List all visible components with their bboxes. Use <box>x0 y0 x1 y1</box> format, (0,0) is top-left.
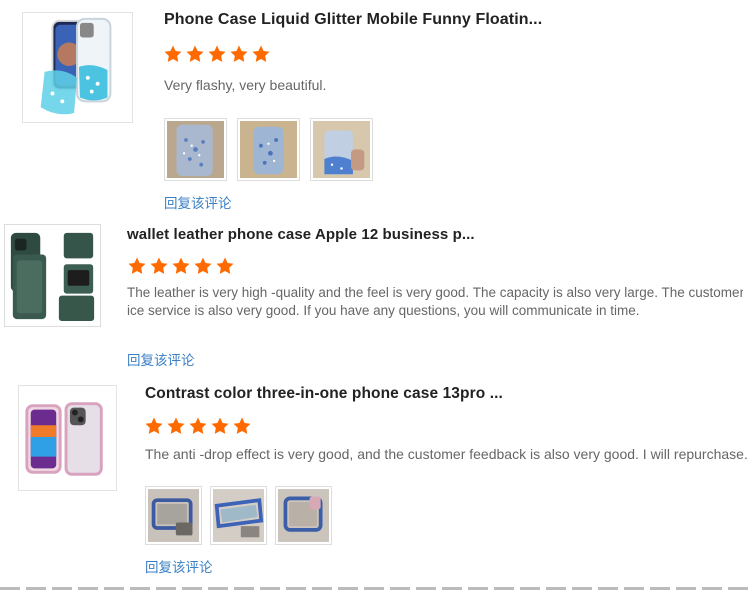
review-text: The anti -drop effect is very good, and … <box>145 446 748 462</box>
star-icon <box>210 416 230 436</box>
review-photos <box>145 486 332 545</box>
product-title[interactable]: Phone Case Liquid Glitter Mobile Funny F… <box>164 11 542 29</box>
star-icon <box>193 256 213 276</box>
star-icon <box>166 416 186 436</box>
reply-link[interactable]: 回复该评论 <box>127 349 195 369</box>
product-title[interactable]: wallet leather phone case Apple 12 busin… <box>127 226 475 243</box>
star-icon <box>229 44 249 64</box>
reply-link[interactable]: 回复该评论 <box>164 192 232 212</box>
review-photo[interactable] <box>164 118 227 181</box>
review-text: Very flashy, very beautiful. <box>164 77 327 93</box>
star-icon <box>127 256 147 276</box>
star-icon <box>251 44 271 64</box>
review-photo[interactable] <box>145 486 202 545</box>
star-icon <box>188 416 208 436</box>
star-icon <box>232 416 252 436</box>
rating-stars <box>144 416 252 436</box>
star-icon <box>207 44 227 64</box>
review-text-line-1: The leather is very high -quality and th… <box>127 285 743 300</box>
rating-stars <box>163 44 271 64</box>
star-icon <box>163 44 183 64</box>
review-text-line-2: ice service is also very good. If you ha… <box>127 303 640 318</box>
review-photo[interactable] <box>237 118 300 181</box>
product-thumbnail-contrast-case[interactable] <box>18 385 117 491</box>
reply-link[interactable]: 回复该评论 <box>145 556 213 576</box>
product-thumbnail-wallet-case[interactable] <box>4 224 101 327</box>
review-photos <box>164 118 373 181</box>
star-icon <box>215 256 235 276</box>
product-title[interactable]: Contrast color three-in-one phone case 1… <box>145 385 503 403</box>
rating-stars <box>127 256 235 276</box>
star-icon <box>171 256 191 276</box>
review-photo[interactable] <box>275 486 332 545</box>
review-photo[interactable] <box>310 118 373 181</box>
review-photo[interactable] <box>210 486 267 545</box>
star-icon <box>149 256 169 276</box>
product-thumbnail-glitter-case[interactable] <box>22 12 133 123</box>
star-icon <box>144 416 164 436</box>
star-icon <box>185 44 205 64</box>
